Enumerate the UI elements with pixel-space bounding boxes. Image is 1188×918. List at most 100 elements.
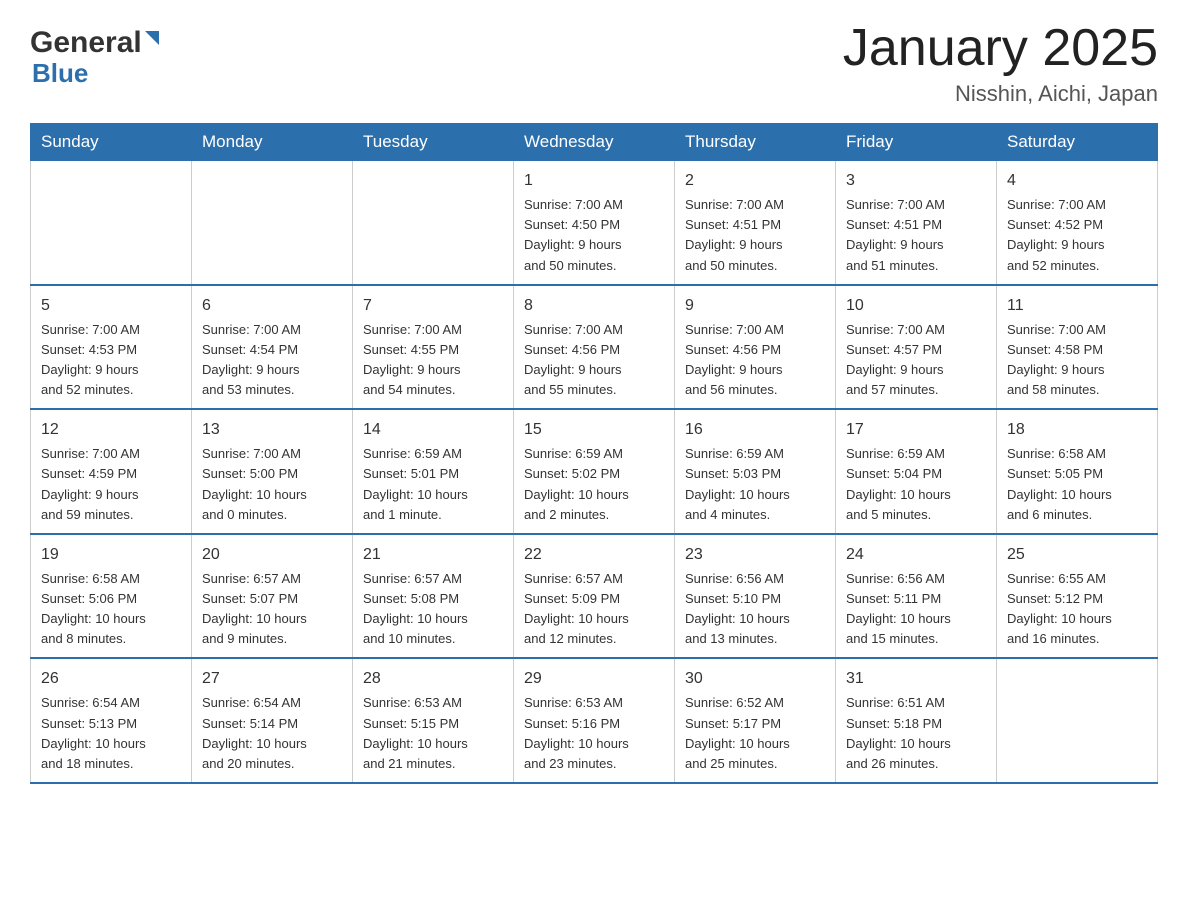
week-row-4: 19Sunrise: 6:58 AM Sunset: 5:06 PM Dayli… <box>31 534 1158 659</box>
day-number: 29 <box>524 667 664 691</box>
day-number: 22 <box>524 543 664 567</box>
day-number: 25 <box>1007 543 1147 567</box>
calendar-cell: 10Sunrise: 7:00 AM Sunset: 4:57 PM Dayli… <box>836 285 997 410</box>
day-number: 6 <box>202 294 342 318</box>
title-section: January 2025 Nisshin, Aichi, Japan <box>843 20 1158 107</box>
day-info: Sunrise: 6:56 AM Sunset: 5:10 PM Dayligh… <box>685 569 825 650</box>
day-info: Sunrise: 6:59 AM Sunset: 5:04 PM Dayligh… <box>846 444 986 525</box>
page-header: General Blue January 2025 Nisshin, Aichi… <box>30 20 1158 107</box>
day-number: 9 <box>685 294 825 318</box>
day-number: 5 <box>41 294 181 318</box>
calendar-cell: 23Sunrise: 6:56 AM Sunset: 5:10 PM Dayli… <box>675 534 836 659</box>
day-number: 7 <box>363 294 503 318</box>
day-number: 2 <box>685 169 825 193</box>
day-info: Sunrise: 6:54 AM Sunset: 5:13 PM Dayligh… <box>41 693 181 774</box>
calendar-cell: 16Sunrise: 6:59 AM Sunset: 5:03 PM Dayli… <box>675 409 836 534</box>
day-of-week-wednesday: Wednesday <box>514 124 675 161</box>
day-number: 26 <box>41 667 181 691</box>
calendar-cell: 15Sunrise: 6:59 AM Sunset: 5:02 PM Dayli… <box>514 409 675 534</box>
calendar-cell <box>353 161 514 285</box>
logo-general-text: General <box>30 26 142 60</box>
calendar-cell: 29Sunrise: 6:53 AM Sunset: 5:16 PM Dayli… <box>514 658 675 783</box>
day-number: 19 <box>41 543 181 567</box>
calendar-header: SundayMondayTuesdayWednesdayThursdayFrid… <box>31 124 1158 161</box>
day-info: Sunrise: 6:57 AM Sunset: 5:07 PM Dayligh… <box>202 569 342 650</box>
day-info: Sunrise: 7:00 AM Sunset: 4:54 PM Dayligh… <box>202 320 342 401</box>
day-number: 24 <box>846 543 986 567</box>
calendar-cell: 31Sunrise: 6:51 AM Sunset: 5:18 PM Dayli… <box>836 658 997 783</box>
day-info: Sunrise: 7:00 AM Sunset: 4:51 PM Dayligh… <box>846 195 986 276</box>
day-of-week-friday: Friday <box>836 124 997 161</box>
calendar-cell: 28Sunrise: 6:53 AM Sunset: 5:15 PM Dayli… <box>353 658 514 783</box>
calendar-cell: 14Sunrise: 6:59 AM Sunset: 5:01 PM Dayli… <box>353 409 514 534</box>
day-number: 23 <box>685 543 825 567</box>
calendar-cell: 12Sunrise: 7:00 AM Sunset: 4:59 PM Dayli… <box>31 409 192 534</box>
day-of-week-tuesday: Tuesday <box>353 124 514 161</box>
day-info: Sunrise: 6:59 AM Sunset: 5:03 PM Dayligh… <box>685 444 825 525</box>
calendar-cell <box>997 658 1158 783</box>
calendar-cell: 17Sunrise: 6:59 AM Sunset: 5:04 PM Dayli… <box>836 409 997 534</box>
day-info: Sunrise: 6:57 AM Sunset: 5:09 PM Dayligh… <box>524 569 664 650</box>
calendar-cell: 18Sunrise: 6:58 AM Sunset: 5:05 PM Dayli… <box>997 409 1158 534</box>
day-number: 21 <box>363 543 503 567</box>
day-info: Sunrise: 7:00 AM Sunset: 4:56 PM Dayligh… <box>524 320 664 401</box>
day-info: Sunrise: 6:54 AM Sunset: 5:14 PM Dayligh… <box>202 693 342 774</box>
day-info: Sunrise: 6:58 AM Sunset: 5:05 PM Dayligh… <box>1007 444 1147 525</box>
calendar-cell: 20Sunrise: 6:57 AM Sunset: 5:07 PM Dayli… <box>192 534 353 659</box>
calendar-table: SundayMondayTuesdayWednesdayThursdayFrid… <box>30 123 1158 784</box>
calendar-cell: 26Sunrise: 6:54 AM Sunset: 5:13 PM Dayli… <box>31 658 192 783</box>
day-number: 31 <box>846 667 986 691</box>
calendar-cell: 3Sunrise: 7:00 AM Sunset: 4:51 PM Daylig… <box>836 161 997 285</box>
calendar-cell: 4Sunrise: 7:00 AM Sunset: 4:52 PM Daylig… <box>997 161 1158 285</box>
day-number: 17 <box>846 418 986 442</box>
day-info: Sunrise: 6:56 AM Sunset: 5:11 PM Dayligh… <box>846 569 986 650</box>
calendar-cell: 13Sunrise: 7:00 AM Sunset: 5:00 PM Dayli… <box>192 409 353 534</box>
day-of-week-thursday: Thursday <box>675 124 836 161</box>
calendar-cell: 27Sunrise: 6:54 AM Sunset: 5:14 PM Dayli… <box>192 658 353 783</box>
day-info: Sunrise: 7:00 AM Sunset: 4:59 PM Dayligh… <box>41 444 181 525</box>
day-number: 11 <box>1007 294 1147 318</box>
calendar-cell: 22Sunrise: 6:57 AM Sunset: 5:09 PM Dayli… <box>514 534 675 659</box>
day-info: Sunrise: 6:55 AM Sunset: 5:12 PM Dayligh… <box>1007 569 1147 650</box>
calendar-cell: 5Sunrise: 7:00 AM Sunset: 4:53 PM Daylig… <box>31 285 192 410</box>
day-number: 3 <box>846 169 986 193</box>
day-number: 18 <box>1007 418 1147 442</box>
calendar-cell: 6Sunrise: 7:00 AM Sunset: 4:54 PM Daylig… <box>192 285 353 410</box>
day-number: 20 <box>202 543 342 567</box>
calendar-cell: 21Sunrise: 6:57 AM Sunset: 5:08 PM Dayli… <box>353 534 514 659</box>
logo-blue-text: Blue <box>32 58 88 88</box>
week-row-3: 12Sunrise: 7:00 AM Sunset: 4:59 PM Dayli… <box>31 409 1158 534</box>
day-info: Sunrise: 6:53 AM Sunset: 5:16 PM Dayligh… <box>524 693 664 774</box>
day-info: Sunrise: 7:00 AM Sunset: 4:58 PM Dayligh… <box>1007 320 1147 401</box>
day-number: 30 <box>685 667 825 691</box>
day-info: Sunrise: 6:58 AM Sunset: 5:06 PM Dayligh… <box>41 569 181 650</box>
day-of-week-monday: Monday <box>192 124 353 161</box>
day-info: Sunrise: 7:00 AM Sunset: 4:51 PM Dayligh… <box>685 195 825 276</box>
calendar-cell: 25Sunrise: 6:55 AM Sunset: 5:12 PM Dayli… <box>997 534 1158 659</box>
day-info: Sunrise: 7:00 AM Sunset: 4:57 PM Dayligh… <box>846 320 986 401</box>
day-number: 4 <box>1007 169 1147 193</box>
day-number: 8 <box>524 294 664 318</box>
day-number: 1 <box>524 169 664 193</box>
calendar-cell <box>31 161 192 285</box>
day-info: Sunrise: 6:52 AM Sunset: 5:17 PM Dayligh… <box>685 693 825 774</box>
day-info: Sunrise: 7:00 AM Sunset: 4:53 PM Dayligh… <box>41 320 181 401</box>
week-row-5: 26Sunrise: 6:54 AM Sunset: 5:13 PM Dayli… <box>31 658 1158 783</box>
calendar-cell: 1Sunrise: 7:00 AM Sunset: 4:50 PM Daylig… <box>514 161 675 285</box>
calendar-cell: 19Sunrise: 6:58 AM Sunset: 5:06 PM Dayli… <box>31 534 192 659</box>
day-number: 13 <box>202 418 342 442</box>
day-number: 27 <box>202 667 342 691</box>
calendar-cell: 8Sunrise: 7:00 AM Sunset: 4:56 PM Daylig… <box>514 285 675 410</box>
day-of-week-saturday: Saturday <box>997 124 1158 161</box>
day-info: Sunrise: 7:00 AM Sunset: 4:52 PM Dayligh… <box>1007 195 1147 276</box>
week-row-1: 1Sunrise: 7:00 AM Sunset: 4:50 PM Daylig… <box>31 161 1158 285</box>
calendar-cell: 24Sunrise: 6:56 AM Sunset: 5:11 PM Dayli… <box>836 534 997 659</box>
day-number: 14 <box>363 418 503 442</box>
logo: General Blue <box>30 20 159 89</box>
logo-triangle-icon <box>145 31 159 45</box>
week-row-2: 5Sunrise: 7:00 AM Sunset: 4:53 PM Daylig… <box>31 285 1158 410</box>
day-of-week-sunday: Sunday <box>31 124 192 161</box>
calendar-subtitle: Nisshin, Aichi, Japan <box>843 81 1158 107</box>
calendar-cell <box>192 161 353 285</box>
day-info: Sunrise: 6:59 AM Sunset: 5:01 PM Dayligh… <box>363 444 503 525</box>
